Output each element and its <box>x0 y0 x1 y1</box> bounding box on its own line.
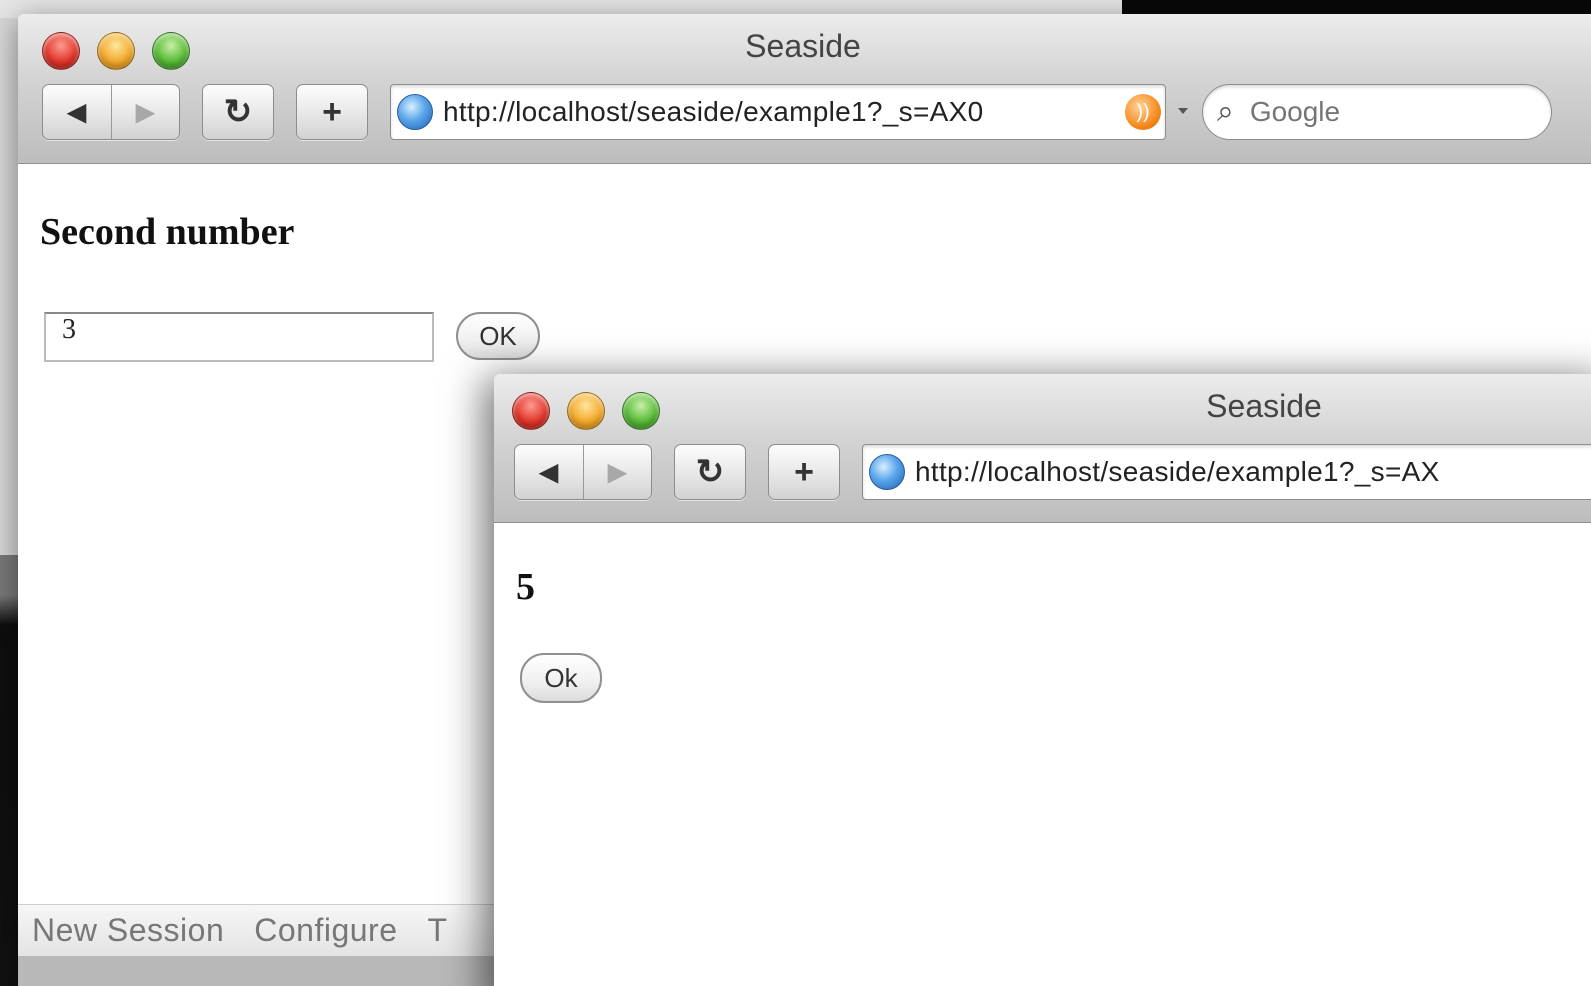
plus-icon: + <box>322 92 342 131</box>
browser-window-front[interactable]: Seaside ◀ ▶ ↻ + http://localhost/seaside… <box>494 374 1591 986</box>
forward-arrow-icon[interactable]: ▶ <box>110 85 180 139</box>
address-text: http://localhost/seaside/example1?_s=AX <box>915 456 1440 487</box>
address-dropdown-icon[interactable] <box>1178 108 1188 114</box>
back-arrow-icon[interactable]: ◀ <box>515 445 583 499</box>
nav-buttons: ◀ ▶ <box>42 84 180 140</box>
address-text: http://localhost/seaside/example1?_s=AX0 <box>443 96 984 127</box>
globe-icon <box>869 454 905 490</box>
globe-icon <box>397 94 433 130</box>
reload-button[interactable]: ↻ <box>674 444 746 500</box>
add-bookmark-button[interactable]: + <box>296 84 368 140</box>
window-title: Seaside <box>1206 388 1322 424</box>
plus-icon: + <box>794 452 814 491</box>
result-value: 5 <box>516 566 535 608</box>
window-toolbar: Seaside ◀ ▶ ↻ + http://localhost/seaside… <box>494 374 1591 523</box>
reload-icon: ↻ <box>223 93 253 131</box>
page-content: 5 Ok <box>494 523 1591 986</box>
new-session-link[interactable]: New Session <box>32 912 224 949</box>
add-bookmark-button[interactable]: + <box>768 444 840 500</box>
address-bar[interactable]: http://localhost/seaside/example1?_s=AX <box>862 444 1591 500</box>
back-arrow-icon[interactable]: ◀ <box>43 85 111 139</box>
magnifier-icon[interactable]: ⌕ <box>1217 95 1234 129</box>
address-bar[interactable]: http://localhost/seaside/example1?_s=AX0… <box>390 84 1166 140</box>
nav-buttons: ◀ ▶ <box>514 444 652 500</box>
reload-icon: ↻ <box>695 453 725 491</box>
reload-button[interactable]: ↻ <box>202 84 274 140</box>
configure-link[interactable]: Configure <box>254 912 397 949</box>
search-field[interactable]: ⌕ <box>1202 84 1552 140</box>
search-input[interactable] <box>1249 96 1500 128</box>
window-title: Seaside <box>745 28 861 64</box>
window-toolbar: Seaside ◀ ▶ ↻ + http://localhost/seaside… <box>18 14 1591 164</box>
number-input[interactable]: 3 <box>44 312 434 362</box>
ok-button[interactable]: OK <box>456 312 540 360</box>
page-heading: Second number <box>40 211 295 253</box>
forward-arrow-icon[interactable]: ▶ <box>582 445 652 499</box>
rss-feed-icon[interactable]: )) <box>1125 94 1161 130</box>
ok-button[interactable]: Ok <box>520 653 602 703</box>
toolbar-link-truncated[interactable]: T <box>428 912 448 949</box>
desktop-background-edge <box>0 555 18 986</box>
